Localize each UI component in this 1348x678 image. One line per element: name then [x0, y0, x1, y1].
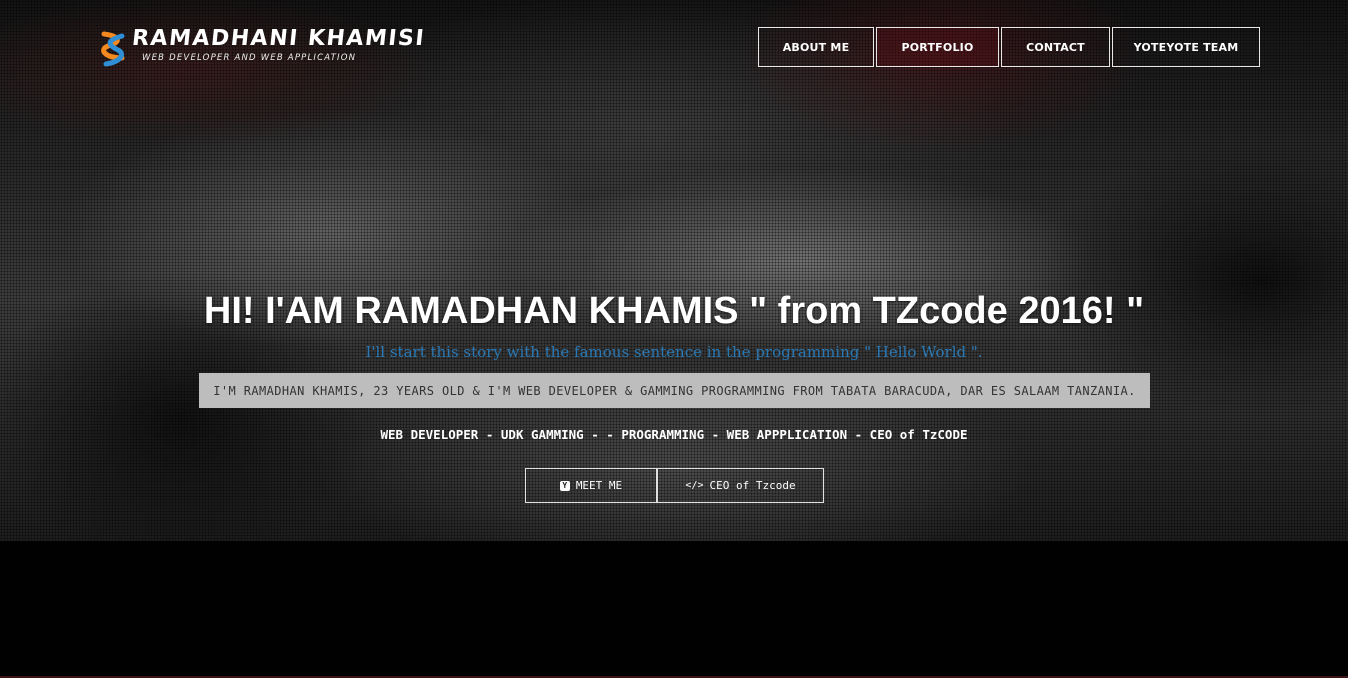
- meet-me-button[interactable]: Y MEET ME: [525, 468, 657, 503]
- meet-me-label: MEET ME: [575, 479, 623, 492]
- hero-background: [0, 0, 1348, 541]
- code-icon: </>: [685, 480, 704, 491]
- hero-subline: I'll start this story with the famous se…: [365, 343, 983, 361]
- hero-headline: HI! I'AM RAMADHAN KHAMIS " from TZcode 2…: [203, 290, 1145, 332]
- nav-item-portfolio[interactable]: PORTFOLIO: [876, 27, 999, 67]
- dna-logo-icon: [101, 31, 125, 67]
- main-nav: ABOUT ME PORTFOLIO CONTACT YOTEYOTE TEAM: [758, 27, 1262, 67]
- ceo-tzcode-label: CEO of Tzcode: [709, 479, 796, 492]
- nav-item-yoteyote-team[interactable]: YOTEYOTE TEAM: [1112, 27, 1260, 67]
- hero-bio: I'M RAMADHAN KHAMIS, 23 YEARS OLD & I'M …: [199, 373, 1150, 408]
- brand-name: RAMADHANI KHAMISI: [130, 26, 427, 51]
- cta-group: Y MEET ME </> CEO of Tzcode: [525, 468, 824, 503]
- ceo-tzcode-button[interactable]: </> CEO of Tzcode: [657, 468, 824, 503]
- hero-skills: WEB DEVELOPER - UDK GAMMING - - PROGRAMM…: [380, 427, 968, 442]
- brand-tagline: WEB DEVELOPER AND WEB APPLICATION: [142, 53, 357, 63]
- nav-item-about-me[interactable]: ABOUT ME: [758, 27, 874, 67]
- y-box-icon: Y: [559, 480, 570, 491]
- nav-item-contact[interactable]: CONTACT: [1001, 27, 1110, 67]
- brand-logo[interactable]: RAMADHANI KHAMISI WEB DEVELOPER AND WEB …: [100, 26, 427, 70]
